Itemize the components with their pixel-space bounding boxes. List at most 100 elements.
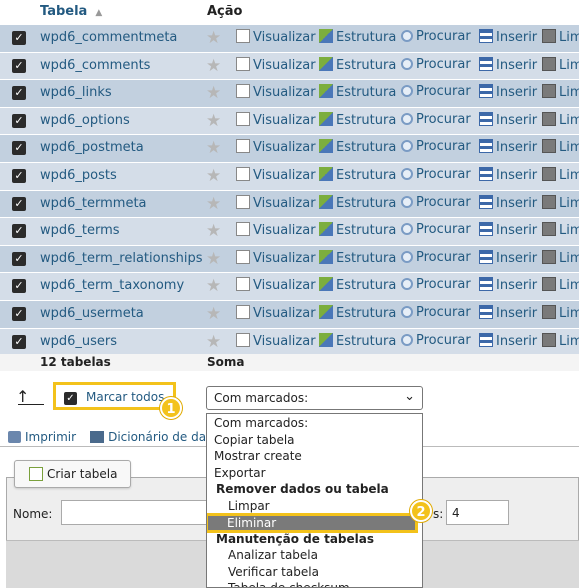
- structure-link[interactable]: Estrutura: [319, 222, 396, 238]
- view-link[interactable]: Visualizar: [236, 29, 316, 45]
- table-name-link[interactable]: wpd6_links: [40, 85, 112, 100]
- row-checkbox[interactable]: ✓: [12, 306, 26, 321]
- structure-link[interactable]: Estrutura: [319, 139, 396, 155]
- table-name-link[interactable]: wpd6_users: [40, 334, 117, 349]
- view-link[interactable]: Visualizar: [236, 111, 316, 128]
- structure-link[interactable]: Estrutura: [319, 84, 396, 100]
- insert-link[interactable]: Inserir: [479, 332, 537, 349]
- table-row[interactable]: ✓ wpd6_links ★ Visualizar Estrutura Procurar I…: [0, 80, 579, 108]
- structure-link[interactable]: Estrutura: [319, 332, 396, 349]
- favorite-star-icon[interactable]: ★: [206, 166, 221, 186]
- view-link[interactable]: Visualizar: [236, 84, 316, 100]
- favorite-star-icon[interactable]: ★: [206, 332, 221, 352]
- table-row[interactable]: ✓ wpd6_terms ★ Visualizar Estrutura Procurar I…: [0, 218, 579, 246]
- search-link[interactable]: Procurar: [401, 277, 471, 292]
- table-name-link[interactable]: wpd6_comments: [40, 58, 150, 73]
- row-checkbox[interactable]: ✓: [12, 279, 26, 294]
- structure-link[interactable]: Estrutura: [319, 277, 396, 293]
- dropdown-option[interactable]: Copiar tabela: [214, 433, 295, 447]
- check-all-label[interactable]: Marcar todos: [86, 390, 164, 404]
- search-link[interactable]: Procurar: [401, 333, 471, 348]
- insert-link[interactable]: Inserir: [479, 222, 537, 238]
- favorite-star-icon[interactable]: ★: [206, 194, 221, 214]
- empty-link[interactable]: Lim: [542, 332, 579, 349]
- structure-link[interactable]: Estrutura: [319, 249, 396, 266]
- search-link[interactable]: Procurar: [401, 57, 471, 72]
- favorite-star-icon[interactable]: ★: [206, 304, 221, 324]
- dropdown-option[interactable]: Mostrar create: [214, 449, 302, 463]
- empty-link[interactable]: Lim: [542, 304, 579, 321]
- dropdown-option[interactable]: Verificar tabela: [228, 565, 319, 579]
- columns-count-input[interactable]: 4: [446, 500, 509, 525]
- dropdown-option[interactable]: Tabela de checksum: [228, 581, 350, 587]
- favorite-star-icon[interactable]: ★: [206, 276, 221, 296]
- table-row[interactable]: ✓ wpd6_term_relationships ★ Visualizar Estru…: [0, 245, 579, 274]
- empty-link[interactable]: Lim: [542, 194, 579, 211]
- row-checkbox[interactable]: ✓: [12, 86, 26, 101]
- empty-link[interactable]: Lim: [542, 111, 579, 128]
- view-link[interactable]: Visualizar: [236, 139, 316, 155]
- row-checkbox[interactable]: ✓: [12, 31, 26, 45]
- row-checkbox[interactable]: ✓: [12, 251, 26, 266]
- empty-link[interactable]: Lim: [542, 249, 579, 266]
- table-name-link[interactable]: wpd6_term_relationships: [40, 251, 202, 266]
- dropdown-option[interactable]: Limpar: [228, 499, 270, 513]
- table-row[interactable]: ✓ wpd6_comments ★ Visualizar Estrutura Procur…: [0, 52, 579, 81]
- table-name-link[interactable]: wpd6_usermeta: [40, 306, 144, 321]
- search-link[interactable]: Procurar: [401, 29, 471, 44]
- structure-link[interactable]: Estrutura: [319, 304, 396, 321]
- insert-link[interactable]: Inserir: [479, 29, 537, 45]
- favorite-star-icon[interactable]: ★: [206, 221, 221, 241]
- check-all-highlight[interactable]: ✓ Marcar todos: [53, 382, 176, 410]
- table-row[interactable]: ✓ wpd6_commentmeta ★ Visualizar Estrutura Pro…: [0, 25, 579, 53]
- structure-link[interactable]: Estrutura: [319, 56, 396, 73]
- view-link[interactable]: Visualizar: [236, 249, 316, 266]
- row-checkbox[interactable]: ✓: [12, 196, 26, 211]
- row-checkbox[interactable]: ✓: [12, 141, 26, 156]
- with-selected-dropdown[interactable]: Com marcados: Copiar tabela Mostrar create…: [206, 413, 423, 588]
- insert-link[interactable]: Inserir: [479, 84, 537, 100]
- table-row[interactable]: ✓ wpd6_termmeta ★ Visualizar Estrutura Procur…: [0, 190, 579, 219]
- insert-link[interactable]: Inserir: [479, 194, 537, 211]
- search-link[interactable]: Procurar: [401, 112, 471, 127]
- insert-link[interactable]: Inserir: [479, 166, 537, 183]
- create-table-button[interactable]: Criar tabela: [14, 460, 131, 488]
- insert-link[interactable]: Inserir: [479, 139, 537, 155]
- table-row[interactable]: ✓ wpd6_posts ★ Visualizar Estrutura Procurar I…: [0, 162, 579, 191]
- view-link[interactable]: Visualizar: [236, 222, 316, 238]
- empty-link[interactable]: Lim: [542, 29, 579, 45]
- structure-link[interactable]: Estrutura: [319, 111, 396, 128]
- structure-link[interactable]: Estrutura: [319, 194, 396, 211]
- table-row[interactable]: ✓ wpd6_usermeta ★ Visualizar Estrutura Procur…: [0, 300, 579, 329]
- view-link[interactable]: Visualizar: [236, 166, 316, 183]
- row-checkbox[interactable]: ✓: [12, 113, 26, 128]
- search-link[interactable]: Procurar: [401, 167, 471, 182]
- dropdown-option[interactable]: Analizar tabela: [228, 548, 318, 562]
- check-all-checkbox[interactable]: ✓: [64, 392, 77, 405]
- empty-link[interactable]: Lim: [542, 139, 579, 155]
- table-name-link[interactable]: wpd6_postmeta: [40, 140, 144, 155]
- search-link[interactable]: Procurar: [401, 84, 471, 99]
- search-link[interactable]: Procurar: [401, 139, 471, 154]
- table-name-link[interactable]: wpd6_commentmeta: [40, 30, 177, 45]
- favorite-star-icon[interactable]: ★: [206, 138, 221, 158]
- favorite-star-icon[interactable]: ★: [206, 83, 221, 103]
- insert-link[interactable]: Inserir: [479, 277, 537, 293]
- with-selected-select[interactable]: Com marcados: ⌄: [206, 386, 423, 410]
- table-name-link[interactable]: wpd6_termmeta: [40, 196, 147, 211]
- table-name-link[interactable]: wpd6_term_taxonomy: [40, 278, 184, 293]
- table-row[interactable]: ✓ wpd6_postmeta ★ Visualizar Estrutura Procur…: [0, 135, 579, 163]
- table-name-link[interactable]: wpd6_options: [40, 113, 130, 128]
- row-checkbox[interactable]: ✓: [12, 334, 26, 349]
- favorite-star-icon[interactable]: ★: [206, 111, 221, 131]
- view-link[interactable]: Visualizar: [236, 194, 316, 211]
- table-row[interactable]: ✓ wpd6_users ★ Visualizar Estrutura Procurar I…: [0, 328, 579, 357]
- empty-link[interactable]: Lim: [542, 56, 579, 73]
- table-row[interactable]: ✓ wpd6_options ★ Visualizar Estrutura Procura…: [0, 107, 579, 136]
- structure-link[interactable]: Estrutura: [319, 29, 396, 45]
- structure-link[interactable]: Estrutura: [319, 166, 396, 183]
- table-name-input[interactable]: [61, 500, 211, 525]
- favorite-star-icon[interactable]: ★: [206, 249, 221, 269]
- empty-link[interactable]: Lim: [542, 277, 579, 293]
- table-name-link[interactable]: wpd6_posts: [40, 168, 117, 183]
